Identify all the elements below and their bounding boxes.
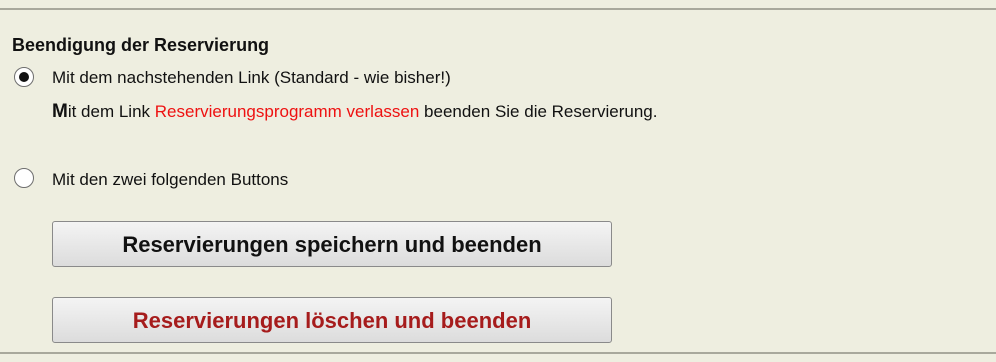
radio-buttons-option-label[interactable]: Mit den zwei folgenden Buttons: [52, 170, 288, 190]
radio-link-option[interactable]: [14, 67, 34, 87]
section-title: Beendigung der Reservierung: [12, 35, 270, 55]
delete-and-exit-button[interactable]: Reservierungen löschen und beenden: [52, 297, 612, 343]
description-first-letter: M: [52, 101, 68, 122]
bottom-divider: [0, 352, 996, 354]
save-and-exit-button[interactable]: Reservierungen speichern und beenden: [52, 221, 612, 267]
exit-program-link[interactable]: Reservierungsprogramm verlassen: [155, 102, 420, 121]
radio-link-option-label[interactable]: Mit dem nachstehenden Link (Standard - w…: [52, 68, 451, 88]
description-text-after: beenden Sie die Reservierung.: [419, 102, 658, 121]
description-text-before: it dem Link: [67, 102, 155, 121]
radio-buttons-option[interactable]: [14, 168, 34, 188]
link-description: Mit dem Link Reservierungsprogramm verla…: [52, 101, 657, 123]
